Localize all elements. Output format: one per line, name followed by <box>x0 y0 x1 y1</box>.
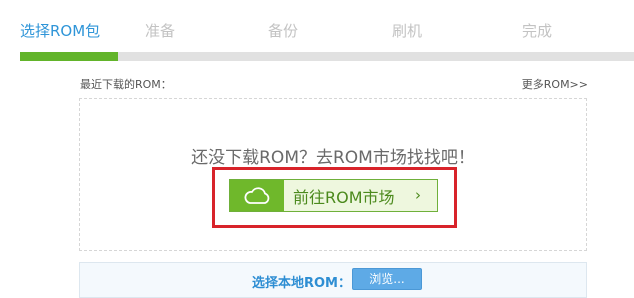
wizard-steps: 选择ROM包 准备 备份 刷机 完成 <box>0 0 634 58</box>
chevron-right-icon: › <box>415 186 421 204</box>
empty-rom-message: 还没下载ROM？去ROM市场找找吧！ <box>191 148 475 168</box>
step-complete: 完成 <box>522 22 553 40</box>
rom-market-button-label: 前往ROM市场 <box>293 187 395 207</box>
recent-roms-title: 最近下载的ROM： <box>80 78 172 91</box>
wizard-progress-bar <box>20 52 634 61</box>
step-backup: 备份 <box>268 22 299 40</box>
browse-button[interactable]: 浏览... <box>352 268 422 290</box>
step-flash: 刷机 <box>392 22 423 40</box>
cloud-icon <box>230 180 284 211</box>
local-rom-bar: 选择本地ROM： 浏览... <box>79 262 587 298</box>
wizard-progress-fill <box>20 52 119 61</box>
more-roms-link[interactable]: 更多ROM>> <box>522 76 588 92</box>
recent-roms-panel: 还没下载ROM？去ROM市场找找吧！ 前往ROM市场 › <box>79 98 587 251</box>
local-rom-label: 选择本地ROM： <box>252 276 351 291</box>
go-to-rom-market-button[interactable]: 前往ROM市场 › <box>229 179 438 212</box>
step-select-rom: 选择ROM包 <box>20 22 101 40</box>
step-prepare: 准备 <box>145 22 176 40</box>
